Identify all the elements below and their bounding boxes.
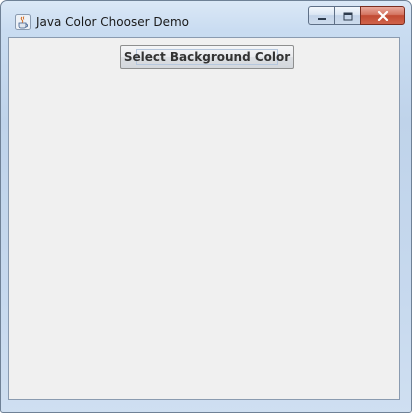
title-bar[interactable]: Java Color Chooser Demo	[1, 1, 411, 37]
button-label: Select Background Color	[123, 50, 291, 64]
maximize-button[interactable]	[334, 6, 360, 25]
maximize-icon	[343, 6, 353, 25]
java-cup-icon[interactable]	[15, 14, 31, 30]
close-button[interactable]	[360, 6, 405, 25]
close-icon	[377, 6, 389, 25]
select-background-color-button[interactable]: Select Background Color	[120, 45, 294, 69]
minimize-button[interactable]	[308, 6, 334, 25]
window-controls	[308, 6, 405, 26]
app-window: Java Color Chooser Demo Select Backgroun…	[0, 0, 412, 413]
window-title: Java Color Chooser Demo	[36, 15, 190, 29]
minimize-icon	[317, 6, 327, 25]
content-panel: Select Background Color	[8, 37, 400, 400]
